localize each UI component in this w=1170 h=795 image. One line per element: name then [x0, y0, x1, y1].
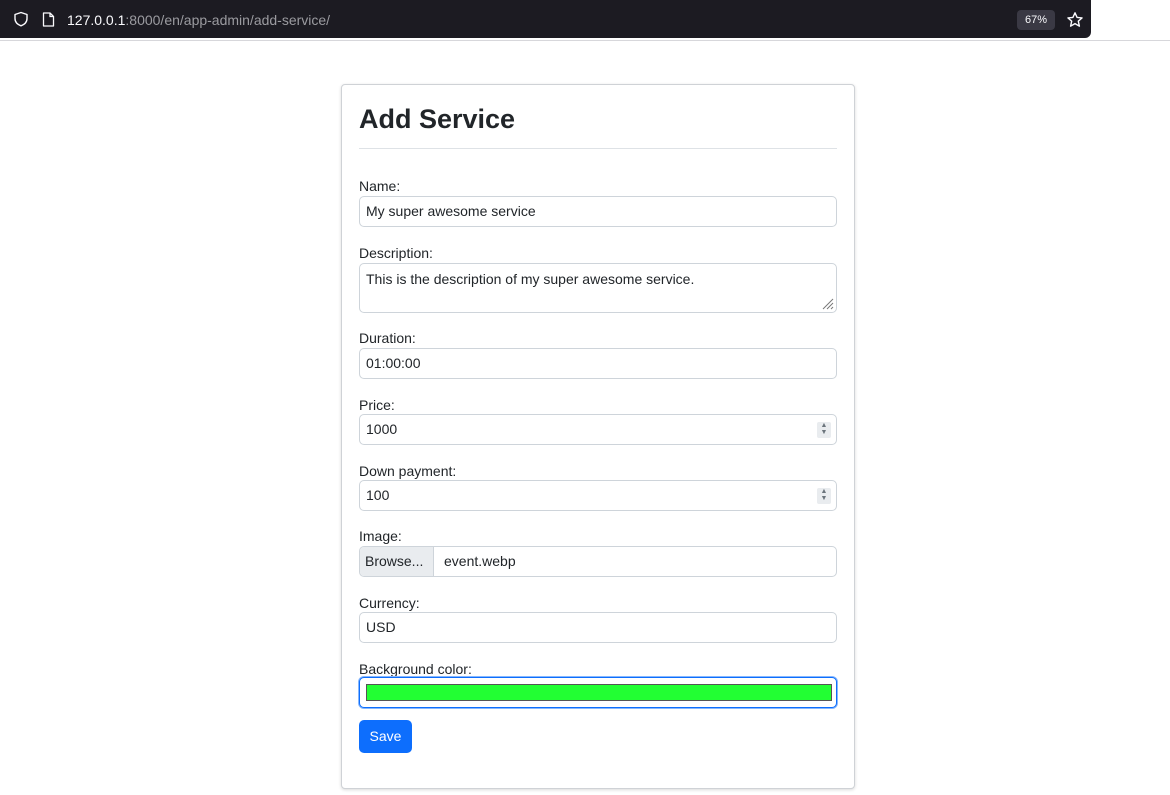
url-host: 127.0.0.1	[67, 12, 126, 28]
name-input[interactable]: My super awesome service	[359, 196, 837, 227]
down-payment-stepper[interactable]: ▲ ▼	[817, 488, 831, 504]
down-payment-input[interactable]: 100 ▲ ▼	[359, 480, 837, 511]
add-service-card: Add Service Name: My super awesome servi…	[341, 84, 855, 789]
background-color-label: Background color:	[359, 661, 472, 677]
price-label: Price:	[359, 397, 395, 413]
browser-toolbar: 127.0.0.1:8000/en/app-admin/add-service/…	[0, 0, 1170, 41]
down-payment-value: 100	[366, 487, 390, 503]
shield-icon[interactable]	[13, 11, 29, 27]
url-bar[interactable]: 127.0.0.1:8000/en/app-admin/add-service/…	[0, 0, 1091, 38]
duration-label: Duration:	[359, 330, 416, 346]
url-text[interactable]: 127.0.0.1:8000/en/app-admin/add-service/	[67, 12, 330, 28]
price-value: 1000	[366, 421, 398, 437]
title-divider	[359, 148, 837, 149]
color-swatch[interactable]	[366, 684, 832, 701]
description-label: Description:	[359, 245, 433, 261]
currency-label: Currency:	[359, 595, 420, 611]
browse-button[interactable]: Browse...	[360, 547, 434, 576]
background-color-input[interactable]	[359, 677, 837, 708]
currency-value: USD	[366, 619, 396, 635]
decrement-icon[interactable]: ▼	[820, 495, 828, 502]
description-textarea[interactable]: This is the description of my super awes…	[359, 263, 837, 313]
name-value: My super awesome service	[366, 203, 536, 219]
duration-input[interactable]: 01:00:00	[359, 348, 837, 379]
save-button[interactable]: Save	[359, 720, 412, 753]
down-payment-label: Down payment:	[359, 463, 457, 479]
star-icon[interactable]	[1066, 11, 1084, 29]
selected-file-name: event.webp	[444, 553, 516, 569]
page-title: Add Service	[359, 104, 516, 134]
page-icon	[42, 12, 55, 27]
duration-value: 01:00:00	[366, 355, 421, 371]
currency-input[interactable]: USD	[359, 612, 837, 643]
resize-grip-icon[interactable]	[820, 296, 834, 310]
price-input[interactable]: 1000 ▲ ▼	[359, 414, 837, 445]
image-label: Image:	[359, 528, 402, 544]
name-label: Name:	[359, 178, 401, 194]
decrement-icon[interactable]: ▼	[820, 429, 828, 436]
zoom-level-badge[interactable]: 67%	[1017, 10, 1055, 30]
image-file-input[interactable]: Browse... event.webp	[359, 546, 837, 577]
price-stepper[interactable]: ▲ ▼	[817, 422, 831, 438]
description-value: This is the description of my super awes…	[366, 271, 695, 287]
url-path: :8000/en/app-admin/add-service/	[125, 12, 331, 28]
